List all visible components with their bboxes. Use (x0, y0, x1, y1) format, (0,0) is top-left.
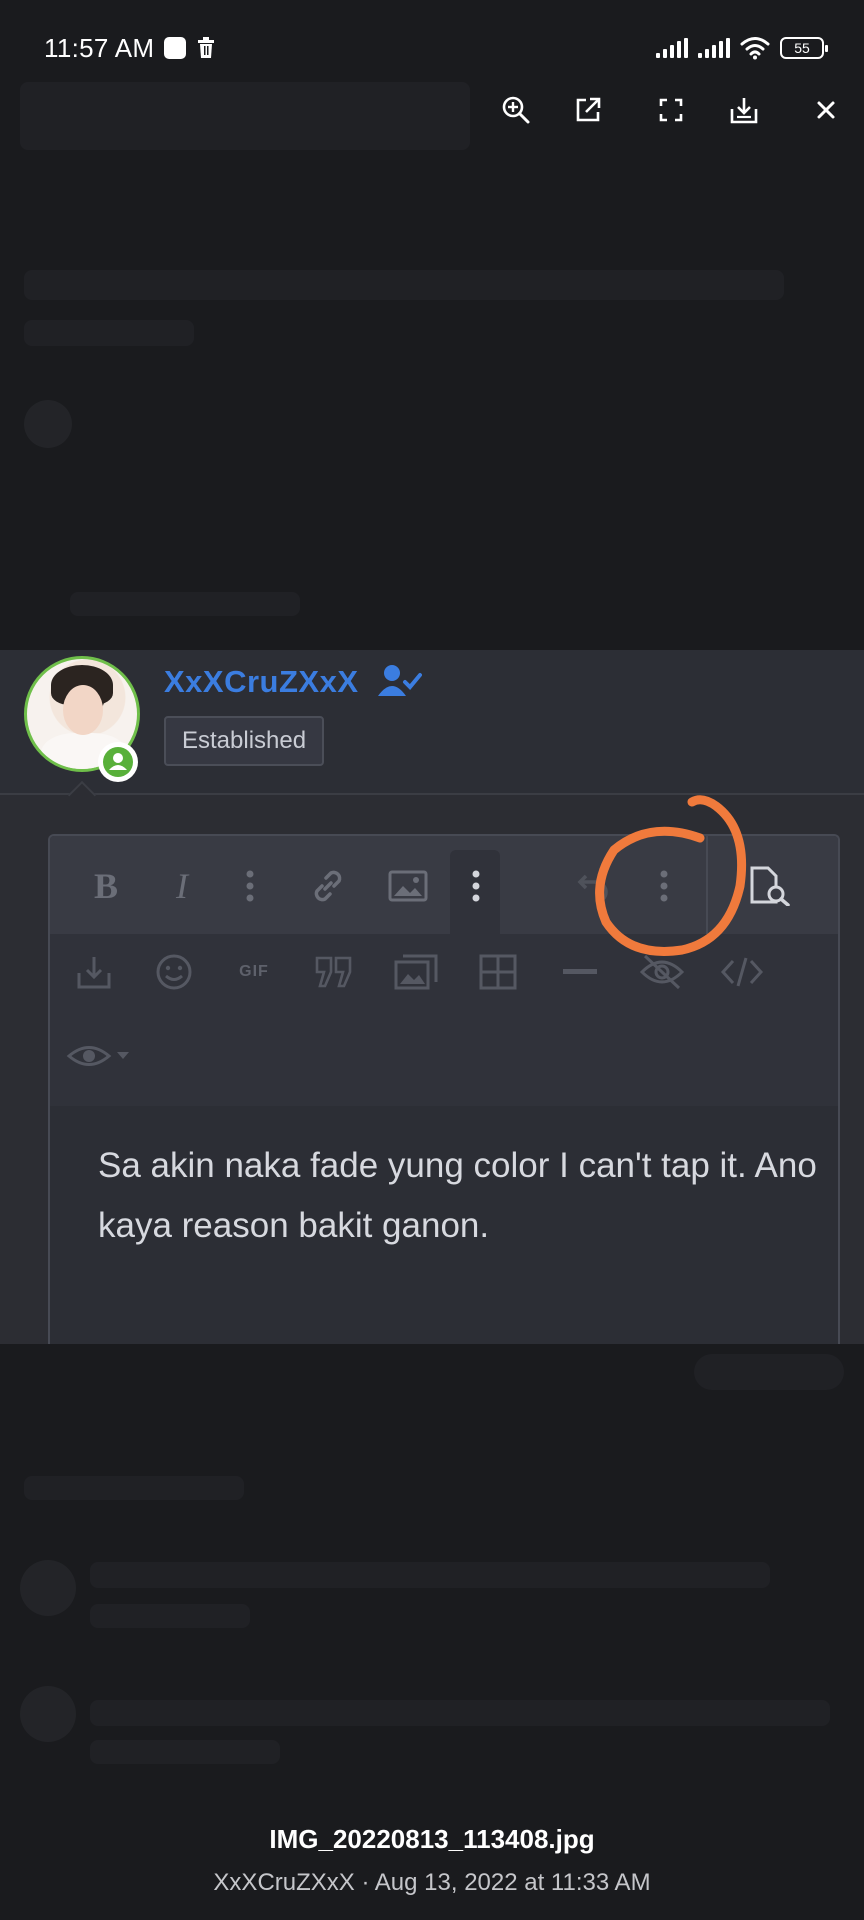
gallery-icon (394, 954, 438, 990)
bold-button[interactable]: B (82, 862, 130, 910)
insert-emoji-button[interactable] (150, 948, 198, 996)
bold-label: B (93, 866, 118, 906)
trash-icon (198, 37, 215, 58)
more-text-options-button[interactable] (226, 862, 274, 910)
insert-image-button[interactable] (384, 862, 432, 910)
background-blur-pill (694, 1354, 844, 1390)
emoji-icon (156, 954, 192, 990)
user-verified-icon (378, 665, 422, 696)
visibility-dropdown[interactable] (60, 1032, 140, 1080)
download-icon (77, 957, 111, 989)
italic-label: I (176, 866, 188, 906)
image-icon (388, 870, 428, 902)
signal-icon (698, 38, 730, 58)
post-screenshot: XxXCruZXxX Established B I GIF Sa akin n… (0, 650, 864, 1344)
more-vertical-icon (246, 870, 254, 902)
status-left: 11:57 AM (44, 33, 216, 64)
download-icon (730, 98, 758, 124)
close-icon (817, 101, 835, 119)
user-rank-badge: Established (164, 716, 325, 766)
editor-text: Sa akin naka fade yung color I can't tap… (98, 1146, 817, 1245)
battery-icon: 55 (780, 37, 828, 59)
notification-app-icon (164, 37, 187, 59)
image-meta: XxXCruZXxX · Aug 13, 2022 at 11:33 AM (213, 1869, 651, 1896)
background-blur-line (24, 270, 784, 300)
avatar-face (63, 685, 103, 735)
gif-label: GIF (239, 963, 269, 980)
preview-button[interactable] (746, 862, 794, 910)
image-file-name: IMG_20220813_113408.jpg (269, 1824, 595, 1854)
editor-content-area[interactable]: Sa akin naka fade yung color I can't tap… (50, 1106, 838, 1344)
status-bar: 11:57 AM 55 (0, 0, 864, 96)
post-author-header: XxXCruZXxX Established (0, 650, 864, 795)
signal-icon (656, 38, 688, 58)
fullscreen-icon (659, 98, 683, 122)
close-button[interactable] (806, 88, 846, 132)
more-vertical-icon (472, 870, 480, 902)
insert-link-button[interactable] (304, 862, 352, 910)
insert-quote-button[interactable] (310, 948, 358, 996)
status-right: 55 (656, 36, 828, 60)
link-icon (314, 870, 342, 902)
table-icon (479, 954, 517, 990)
battery-level: 55 (794, 40, 810, 56)
quote-icon (315, 956, 352, 988)
wifi-icon (740, 37, 770, 60)
insert-attachment-button[interactable] (70, 948, 118, 996)
fullscreen-button[interactable] (651, 88, 691, 132)
status-time: 11:57 AM (44, 32, 155, 63)
background-blur-line (24, 320, 194, 346)
eye-icon (66, 1046, 129, 1066)
preview-icon (750, 866, 790, 906)
insert-table-button[interactable] (474, 948, 522, 996)
background-blur-line (90, 1604, 250, 1628)
code-icon (720, 957, 764, 987)
insert-media-button[interactable] (392, 948, 440, 996)
open-external-button[interactable] (568, 88, 608, 132)
viewer-toolbar (0, 88, 864, 132)
download-button[interactable] (724, 88, 764, 132)
open-external-icon (576, 97, 601, 122)
background-blur-avatar (20, 1560, 76, 1616)
background-blur-line (70, 592, 300, 616)
image-caption: IMG_20220813_113408.jpg XxXCruZXxX · Aug… (0, 1824, 864, 1897)
user-online-icon (103, 747, 133, 777)
background-blur-line (90, 1562, 770, 1588)
zoom-in-button[interactable] (496, 88, 536, 132)
italic-button[interactable]: I (158, 862, 206, 910)
annotation-circle (595, 795, 747, 956)
background-blur-line (90, 1700, 830, 1726)
background-blur-line (24, 1476, 244, 1500)
online-status-badge (98, 742, 138, 782)
more-insert-options-button[interactable] (452, 862, 500, 910)
horizontal-line-icon (563, 969, 597, 974)
background-blur-avatar (24, 400, 72, 448)
user-rank-label: Established (182, 727, 307, 754)
insert-gif-button[interactable]: GIF (230, 948, 278, 996)
background-blur-avatar (20, 1686, 76, 1742)
username[interactable]: XxXCruZXxX (164, 664, 359, 700)
zoom-in-icon (502, 96, 530, 124)
background-blur-line (90, 1740, 280, 1764)
